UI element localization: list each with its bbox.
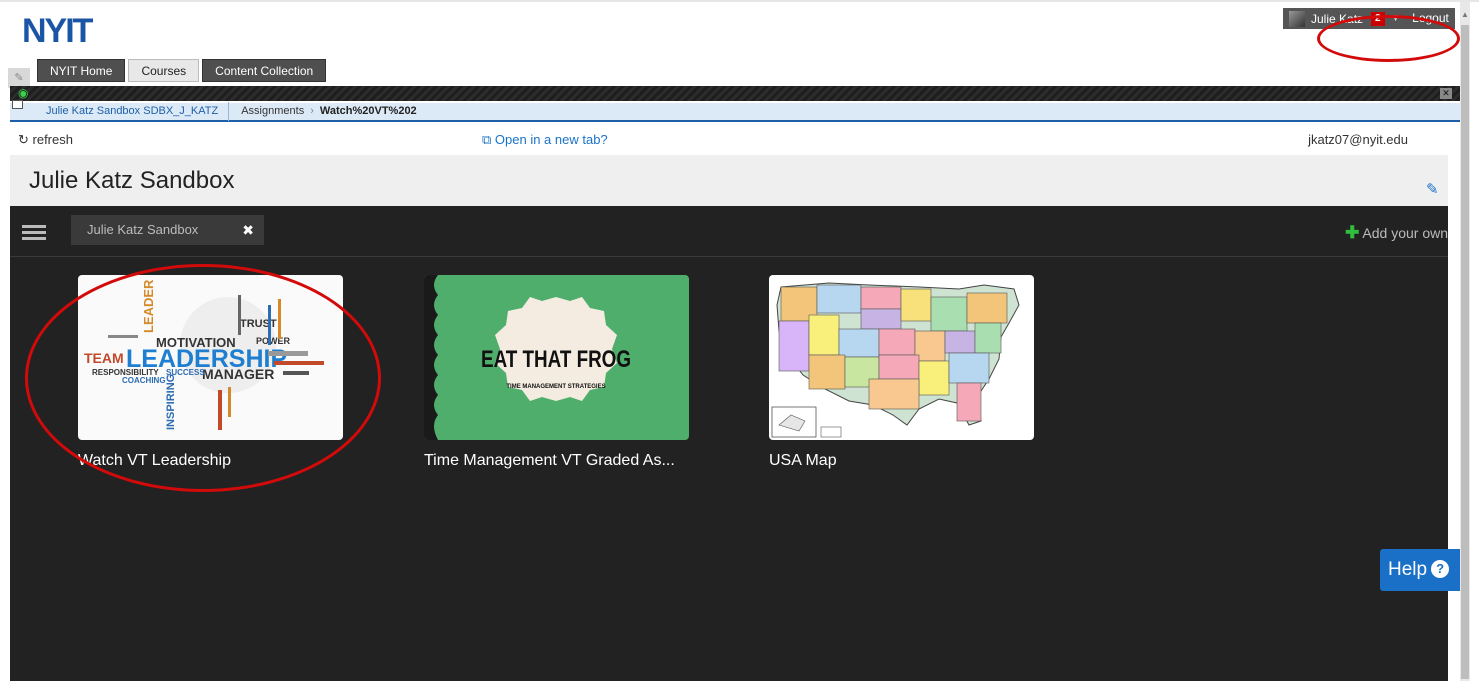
help-button[interactable]: Help? <box>1380 549 1460 591</box>
thumbnail-usa-map[interactable] <box>769 275 1034 440</box>
annotation-circle-leadership <box>25 264 381 492</box>
window-icon[interactable] <box>12 100 23 109</box>
external-link-icon: ⧉ <box>482 132 495 147</box>
close-icon[interactable]: ✖ <box>242 215 254 245</box>
nyit-logo[interactable]: NYIT <box>22 12 93 51</box>
video-card-usa-map[interactable]: USA Map <box>769 275 1034 470</box>
add-your-own-label: Add your own <box>1362 225 1448 241</box>
frog-subheadline: TIME MANAGEMENT STRATEGIES <box>506 384 605 390</box>
frog-headline: EAT THAT FROG <box>481 346 631 373</box>
scroll-up-icon[interactable]: ▲ <box>1460 10 1470 20</box>
refresh-icon: ↻ <box>18 132 33 147</box>
filter-chip-label: Julie Katz Sandbox <box>87 222 199 237</box>
panel-toolbar: Julie Katz Sandbox ✖ ✚ Add your own <box>10 206 1448 257</box>
question-icon: ? <box>1431 560 1450 578</box>
page-title: Julie Katz Sandbox <box>29 167 235 194</box>
breadcrumb-section[interactable]: Assignments <box>229 102 304 121</box>
card-title-time-management[interactable]: Time Management VT Graded As... <box>424 452 689 470</box>
breadcrumb-separator-icon: › <box>310 105 314 117</box>
course-stripe <box>10 86 1460 101</box>
tab-content-collection[interactable]: Content Collection <box>202 59 327 82</box>
close-icon[interactable]: ✕ <box>1440 88 1452 99</box>
eye-icon[interactable]: ◉ <box>18 86 46 101</box>
main-tabs: NYIT Home Courses Content Collection <box>37 59 327 82</box>
open-new-tab-label: Open in a new tab? <box>494 132 608 147</box>
breadcrumb: Julie Katz Sandbox SDBX_J_KATZ Assignmen… <box>10 102 1460 122</box>
video-card-time-management[interactable]: EAT THAT FROG TIME MANAGEMENT STRATEGIES… <box>424 275 689 470</box>
annotation-circle-add <box>1317 15 1460 62</box>
help-label: Help <box>1388 559 1428 580</box>
breadcrumb-current: Watch%20VT%202 <box>319 105 417 117</box>
scrollbar-thumb[interactable] <box>1461 25 1469 679</box>
tab-courses[interactable]: Courses <box>128 59 200 82</box>
tab-nyit-home[interactable]: NYIT Home <box>37 59 126 82</box>
edit-icon[interactable]: ✎ <box>1426 180 1442 198</box>
svg-text:TIME MANAGEMENT STRATEGIES: TIME MANAGEMENT STRATEGIES <box>506 384 605 390</box>
refresh-label: refresh <box>32 132 73 147</box>
add-your-own-button[interactable]: ✚ Add your own <box>1345 223 1448 243</box>
toolbar: ↻ refresh ⧉ Open in a new tab? jkatz07@n… <box>10 124 1448 155</box>
avatar <box>1289 10 1305 27</box>
card-title-usa-map[interactable]: USA Map <box>769 452 1034 470</box>
filter-chip[interactable]: Julie Katz Sandbox ✖ <box>71 215 264 245</box>
svg-text:EAT THAT FROG: EAT THAT FROG <box>481 346 631 373</box>
video-panel: Julie Katz Sandbox ✖ ✚ Add your own LEADE… <box>10 206 1448 681</box>
user-email: jkatz07@nyit.edu <box>1308 132 1408 147</box>
refresh-button[interactable]: ↻ refresh <box>18 132 73 148</box>
pin-icon[interactable]: ✎ <box>8 68 30 88</box>
plus-icon: ✚ <box>1345 223 1360 242</box>
top-header: NYIT ✎ NYIT Home Courses Content Collect… <box>0 0 1479 88</box>
thumbnail-eat-that-frog[interactable]: EAT THAT FROG TIME MANAGEMENT STRATEGIES <box>424 275 689 440</box>
open-new-tab-link[interactable]: ⧉ Open in a new tab? <box>482 132 608 148</box>
title-bar: Julie Katz Sandbox ✎ <box>10 155 1448 206</box>
breadcrumb-course[interactable]: Julie Katz Sandbox SDBX_J_KATZ <box>10 102 230 121</box>
hamburger-menu-icon[interactable] <box>22 225 46 240</box>
